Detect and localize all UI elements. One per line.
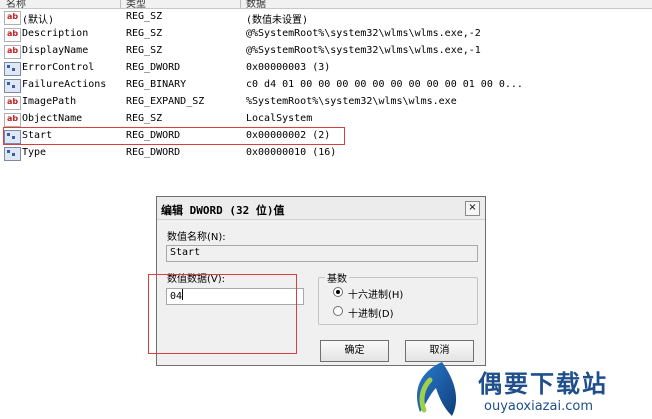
- value-name: (默认): [22, 15, 55, 26]
- value-type: REG_SZ: [126, 11, 163, 22]
- table-row[interactable]: ab Description REG_SZ @%SystemRoot%\syst…: [0, 26, 652, 43]
- value-type: REG_SZ: [126, 28, 163, 39]
- value-type: REG_DWORD: [126, 147, 181, 158]
- value-data: (数值未设置): [246, 15, 309, 26]
- watermark-title: 偶要下载站: [478, 370, 608, 398]
- value-type: REG_BINARY: [126, 79, 187, 90]
- table-row[interactable]: ab ObjectName REG_SZ LocalSystem: [0, 111, 652, 128]
- binary-value-icon: [4, 147, 21, 161]
- value-data: c0 d4 01 00 00 00 00 00 00 00 00 00 01 0…: [246, 79, 523, 90]
- value-type: REG_DWORD: [126, 62, 181, 73]
- table-row[interactable]: ab ImagePath REG_EXPAND_SZ %SystemRoot%\…: [0, 94, 652, 111]
- value-name: ObjectName: [22, 113, 83, 124]
- value-data: @%SystemRoot%\system32\wlms\wlms.exe,-1: [246, 45, 481, 56]
- close-icon[interactable]: ×: [465, 201, 480, 216]
- string-value-icon: ab: [4, 45, 21, 59]
- base-groupbox: 基数 十六进制(H) 十进制(D): [318, 270, 478, 325]
- value-name: FailureActions: [22, 79, 107, 90]
- value-name: ErrorControl: [22, 62, 95, 73]
- column-header-name[interactable]: 名称: [6, 0, 26, 8]
- watermark-logo-icon: [416, 362, 457, 416]
- value-data: LocalSystem: [246, 113, 313, 124]
- value-data: %SystemRoot%\system32\wlms\wlms.exe: [246, 96, 457, 107]
- value-name-label: 数值名称(N):: [167, 232, 226, 243]
- start-row-highlight: [3, 127, 345, 145]
- list-header: 名称 类型 数据: [0, 0, 652, 9]
- column-divider[interactable]: [120, 0, 121, 8]
- table-row[interactable]: Type REG_DWORD 0x00000010 (16): [0, 145, 652, 162]
- dialog-title: 编辑 DWORD (32 位)值: [161, 204, 285, 217]
- table-row[interactable]: ab DisplayName REG_SZ @%SystemRoot%\syst…: [0, 43, 652, 60]
- table-row[interactable]: ErrorControl REG_DWORD 0x00000003 (3): [0, 60, 652, 77]
- value-type: REG_EXPAND_SZ: [126, 96, 205, 107]
- value-name: Description: [22, 28, 89, 39]
- value-name-field: Start: [166, 245, 478, 262]
- base-label: 基数: [325, 270, 349, 285]
- table-row[interactable]: FailureActions REG_BINARY c0 d4 01 00 00…: [0, 77, 652, 94]
- binary-value-icon: [4, 79, 21, 93]
- column-divider[interactable]: [240, 0, 241, 8]
- column-header-type[interactable]: 类型: [126, 0, 146, 8]
- value-data: 0x00000010 (16): [246, 147, 337, 158]
- value-data: 0x00000003 (3): [246, 62, 331, 73]
- value-data-highlight: [148, 274, 297, 354]
- value-name: ImagePath: [22, 96, 77, 107]
- value-data: @%SystemRoot%\system32\wlms\wlms.exe,-2: [246, 28, 481, 39]
- value-name: DisplayName: [22, 45, 89, 56]
- value-name: Type: [22, 147, 47, 158]
- table-row[interactable]: ab (默认) REG_SZ (数值未设置): [0, 9, 652, 26]
- binary-value-icon: [4, 62, 21, 76]
- string-value-icon: ab: [4, 11, 21, 25]
- cancel-button[interactable]: 取消: [405, 340, 474, 362]
- radio-hex[interactable]: [333, 287, 343, 297]
- string-value-icon: ab: [4, 28, 21, 42]
- ok-button[interactable]: 确定: [320, 340, 389, 362]
- value-type: REG_SZ: [126, 45, 163, 56]
- string-value-icon: ab: [4, 113, 21, 127]
- radio-hex-label[interactable]: 十六进制(H): [348, 286, 403, 301]
- radio-decimal-label[interactable]: 十进制(D): [348, 305, 394, 320]
- radio-decimal[interactable]: [333, 306, 343, 316]
- value-type: REG_SZ: [126, 113, 163, 124]
- string-value-icon: ab: [4, 96, 21, 110]
- dialog-titlebar[interactable]: 编辑 DWORD (32 位)值 ×: [157, 197, 485, 220]
- column-header-data[interactable]: 数据: [246, 0, 266, 8]
- watermark-url: ouyaoxiazai.com: [484, 399, 593, 414]
